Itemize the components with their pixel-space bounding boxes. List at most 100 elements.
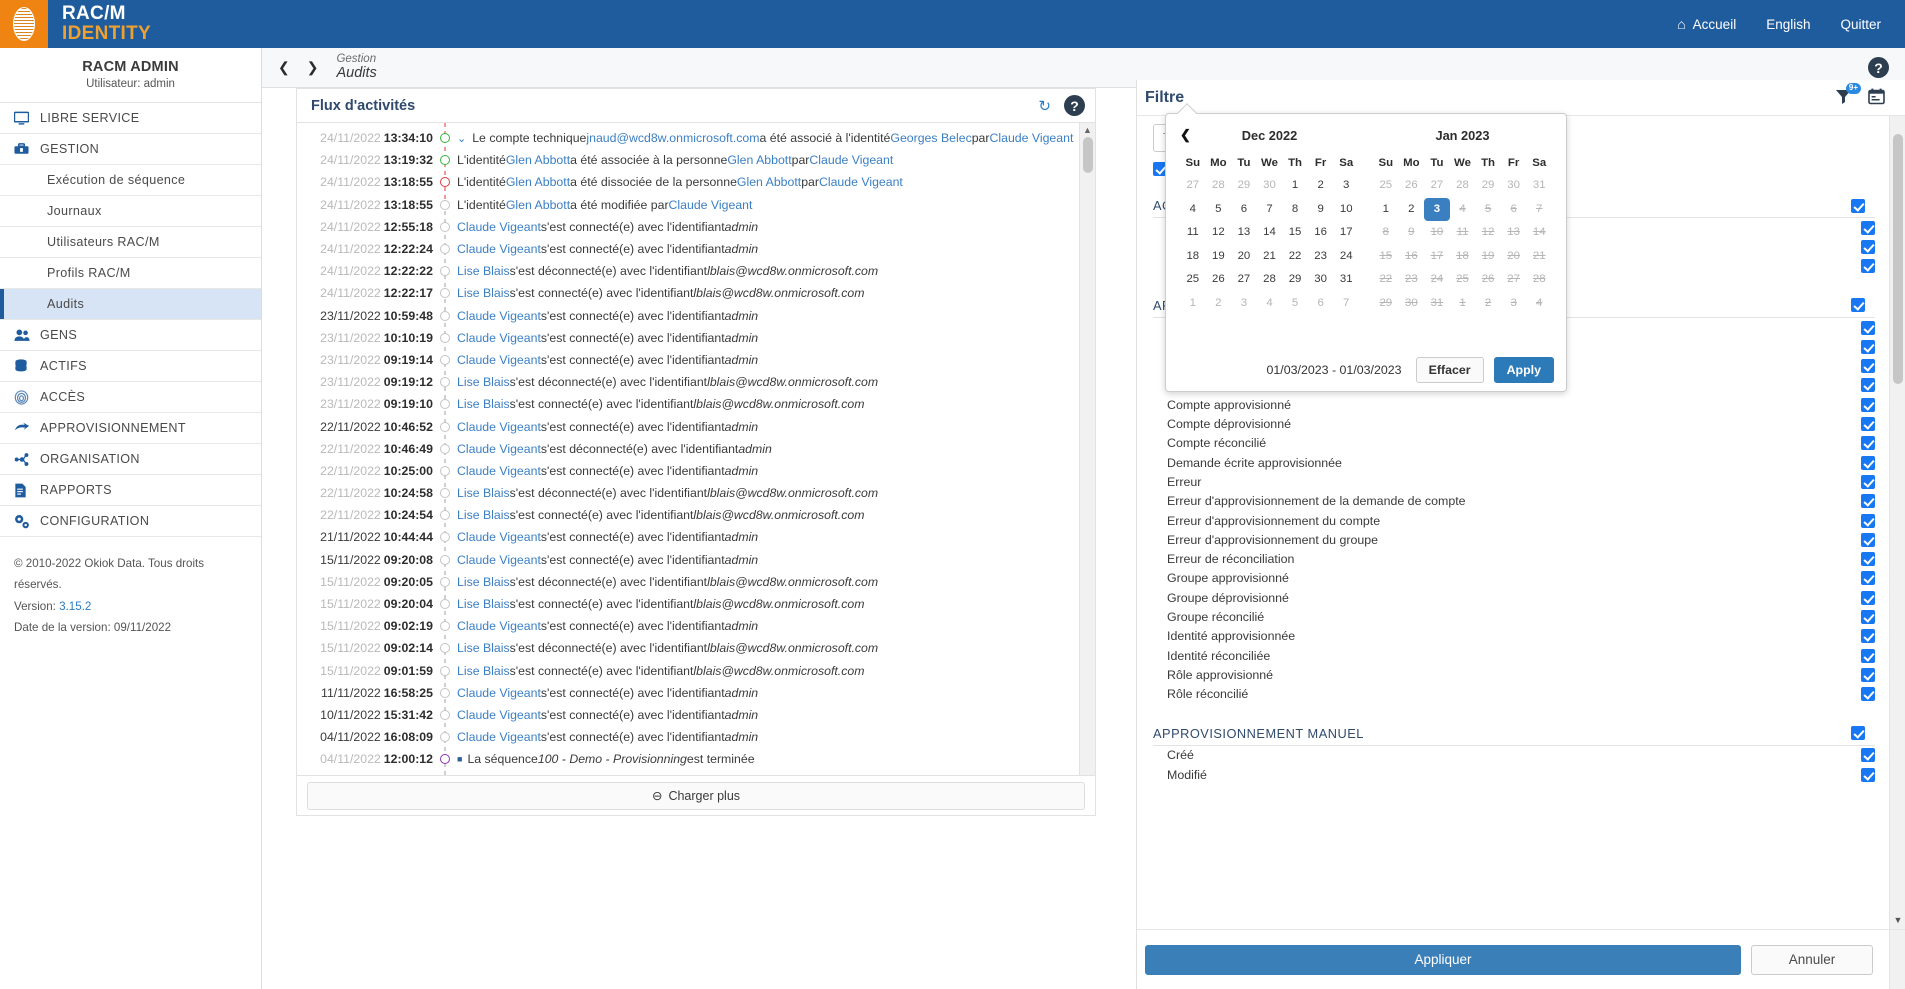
chevron-down-icon[interactable]: ⌄ — [457, 132, 466, 145]
calendar-day[interactable]: 30 — [1501, 174, 1527, 198]
activity-row[interactable]: 22/11/2022 10:24:58 Lise Blais s'est décon… — [297, 482, 1095, 504]
calendar-day[interactable]: 25 — [1180, 268, 1206, 292]
filter-option-row[interactable]: Erreur de réconciliation — [1145, 549, 1875, 568]
activity-link[interactable]: Claude Vigeant — [457, 442, 541, 456]
clear-button[interactable]: Effacer — [1415, 357, 1484, 383]
filter-option-checkbox[interactable] — [1861, 397, 1875, 412]
filter-option-row[interactable]: Modifié — [1145, 765, 1875, 784]
calendar-day[interactable]: 2 — [1399, 198, 1425, 222]
filter-option-row[interactable]: Compte réconcilié — [1145, 434, 1875, 453]
calendar-day[interactable]: 31 — [1526, 174, 1552, 198]
activity-row[interactable]: 22/11/2022 10:24:54 Lise Blais s'est conne… — [297, 504, 1095, 526]
filter-option-row[interactable]: Rôle réconcilié — [1145, 685, 1875, 704]
sidebar-item-profils-rac-m[interactable]: Profils RAC/M — [0, 258, 261, 289]
filter-scroll-down-icon[interactable]: ▼ — [1890, 913, 1905, 927]
calendar-day[interactable]: 23 — [1308, 245, 1334, 269]
filter-option-checkbox[interactable] — [1861, 667, 1875, 682]
activity-row[interactable]: 15/11/2022 09:20:05 Lise Blais s'est décon… — [297, 571, 1095, 593]
filter-option-checkbox[interactable] — [1861, 455, 1875, 470]
calendar-day[interactable]: 14 — [1257, 221, 1283, 245]
filter-option-row[interactable]: Groupe déprovisionné — [1145, 588, 1875, 607]
calendar-day[interactable]: 12 — [1206, 221, 1232, 245]
sidebar-item-libre-service[interactable]: LIBRE SERVICE — [0, 103, 261, 134]
calendar-day[interactable]: 26 — [1206, 268, 1232, 292]
sidebar-item-rapports[interactable]: RAPPORTS — [0, 475, 261, 506]
calendar-day[interactable]: 20 — [1231, 245, 1257, 269]
filter-option-row[interactable]: Identité approvisionnée — [1145, 627, 1875, 646]
activity-link[interactable]: Glen Abbott — [737, 175, 801, 189]
calendar-day[interactable]: 16 — [1308, 221, 1334, 245]
calendar-day[interactable]: 27 — [1231, 268, 1257, 292]
calendar-day[interactable]: 28 — [1450, 174, 1476, 198]
activity-link[interactable]: Glen Abbott — [727, 153, 791, 167]
filter-option-checkbox[interactable] — [1861, 629, 1875, 644]
breadcrumb-parent[interactable]: Gestion — [336, 53, 376, 66]
activity-link[interactable]: Lise Blais — [457, 264, 510, 278]
activity-link[interactable]: Glen Abbott — [506, 153, 570, 167]
calendar-day[interactable]: 11 — [1180, 221, 1206, 245]
calendar-day[interactable]: 26 — [1399, 174, 1425, 198]
activity-link[interactable]: Claude Vigeant — [457, 619, 541, 633]
sidebar-item-ex-cution-de-s-quence[interactable]: Exécution de séquence — [0, 165, 261, 196]
activity-link[interactable]: Lise Blais — [457, 641, 510, 655]
calendar-day[interactable]: 9 — [1308, 198, 1334, 222]
calendar-day[interactable]: 17 — [1333, 221, 1359, 245]
calendar-day[interactable]: 7 — [1333, 292, 1359, 316]
refresh-icon[interactable]: ↻ — [1038, 97, 1051, 115]
activity-row[interactable]: 15/11/2022 09:02:19 Claude Vigeant s'est c… — [297, 615, 1095, 637]
calendar-day[interactable]: 1 — [1180, 292, 1206, 316]
sidebar-item-gens[interactable]: GENS — [0, 320, 261, 351]
sidebar-item-actifs[interactable]: ACTIFS — [0, 351, 261, 382]
calendar-day[interactable]: 28 — [1257, 268, 1283, 292]
filter-option-checkbox[interactable] — [1861, 417, 1875, 432]
activity-row[interactable]: 24/11/2022 12:22:17 Lise Blais s'est conne… — [297, 282, 1095, 304]
brand-logo[interactable]: RAC/M IDENTITY — [0, 0, 151, 48]
calendar-day[interactable]: 2 — [1206, 292, 1232, 316]
activity-link[interactable]: Claude Vigeant — [809, 153, 893, 167]
apply-button[interactable]: Appliquer — [1145, 944, 1741, 975]
activity-link[interactable]: Georges Belec — [890, 131, 971, 145]
activity-link[interactable]: Claude Vigeant — [457, 553, 541, 567]
sidebar-item-utilisateurs-rac-m[interactable]: Utilisateurs RAC/M — [0, 227, 261, 258]
calendar-day[interactable]: 8 — [1282, 198, 1308, 222]
calendar-day[interactable]: 3 — [1231, 292, 1257, 316]
activity-row[interactable]: 23/11/2022 10:59:48 Claude Vigeant s'est c… — [297, 305, 1095, 327]
filter-option-checkbox[interactable] — [1861, 571, 1875, 586]
activity-link[interactable]: Glen Abbott — [506, 175, 570, 189]
calendar-day[interactable]: 1 — [1373, 198, 1399, 222]
top-nav-english[interactable]: English — [1766, 17, 1810, 32]
activity-row[interactable]: 23/11/2022 09:19:12 Lise Blais s'est décon… — [297, 371, 1095, 393]
activity-row[interactable]: 04/11/2022 16:08:09 Claude Vigeant s'est c… — [297, 726, 1095, 748]
filter-scrollbar[interactable]: ▼ — [1889, 116, 1905, 989]
calendar-day[interactable]: 24 — [1333, 245, 1359, 269]
calendar-day[interactable]: 10 — [1333, 198, 1359, 222]
activity-row[interactable]: 24/11/2022 13:18:55 L'identité Glen Abbott… — [297, 194, 1095, 216]
activity-row[interactable]: 23/11/2022 10:10:19 Claude Vigeant s'est c… — [297, 327, 1095, 349]
date-apply-button[interactable]: Apply — [1493, 357, 1554, 383]
activity-link[interactable]: Claude Vigeant — [819, 175, 903, 189]
filter-group-header[interactable]: APPROVISIONNEMENT MANUEL — [1153, 726, 1875, 746]
chevron-left-icon[interactable]: ❮ — [278, 59, 290, 76]
filter-option-row[interactable]: Erreur d'approvisionnement de la demande… — [1145, 492, 1875, 511]
filter-option-checkbox[interactable] — [1861, 513, 1875, 528]
filter-option-row[interactable]: Compte approvisionné — [1145, 395, 1875, 414]
calendar-day[interactable]: 30 — [1308, 268, 1334, 292]
activity-row[interactable]: 11/11/2022 16:58:25 Claude Vigeant s'est c… — [297, 682, 1095, 704]
activity-row[interactable]: 23/11/2022 09:19:14 Claude Vigeant s'est c… — [297, 349, 1095, 371]
calendar-day[interactable]: 13 — [1231, 221, 1257, 245]
filter-option-row[interactable]: Erreur d'approvisionnement du compte — [1145, 511, 1875, 530]
activity-link[interactable]: Claude Vigeant — [457, 464, 541, 478]
activity-link[interactable]: Claude Vigeant — [990, 131, 1074, 145]
sidebar-item-organisation[interactable]: ORGANISATION — [0, 444, 261, 475]
calendar-day[interactable]: 3 — [1333, 174, 1359, 198]
calendar-day[interactable]: 4 — [1257, 292, 1283, 316]
activity-link[interactable]: Lise Blais — [457, 375, 510, 389]
activity-link[interactable]: Claude Vigeant — [457, 242, 541, 256]
filter-scrollbar-thumb[interactable] — [1893, 134, 1903, 384]
help-icon[interactable]: ? — [1064, 95, 1085, 116]
calendar-day[interactable]: 6 — [1231, 198, 1257, 222]
filter-option-row[interactable]: Erreur d'approvisionnement du groupe — [1145, 530, 1875, 549]
activity-row[interactable]: 21/11/2022 10:44:44 Claude Vigeant s'est c… — [297, 526, 1095, 548]
calendar-day[interactable]: 22 — [1282, 245, 1308, 269]
filter-option-checkbox[interactable] — [1861, 436, 1875, 451]
